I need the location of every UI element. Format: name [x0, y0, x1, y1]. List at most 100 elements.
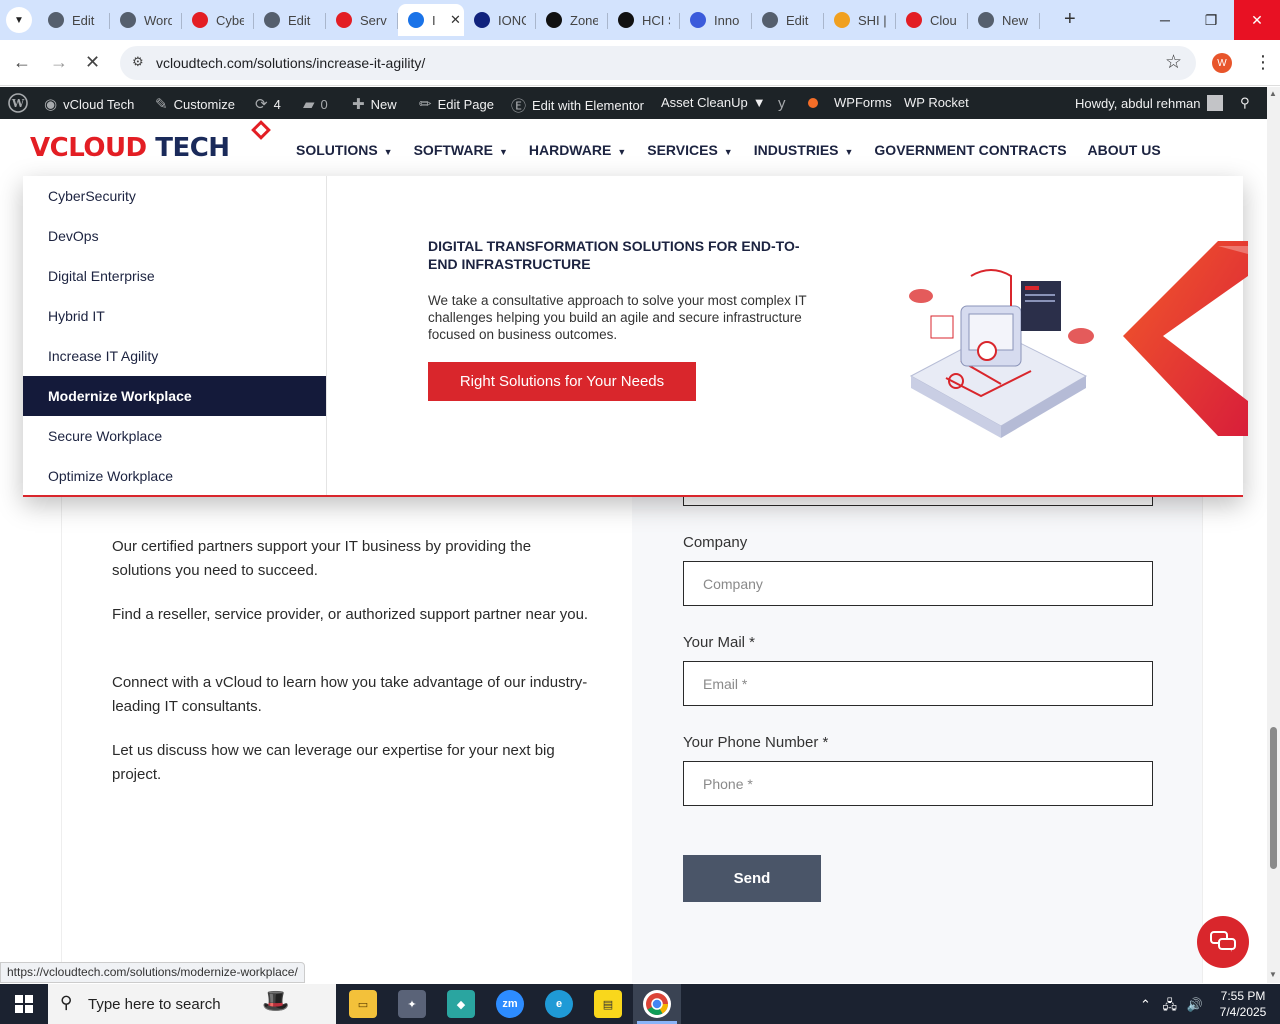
tab-title: IONC — [498, 12, 526, 28]
wp-asset-cleanup[interactable]: Asset CleanUp ▼ — [661, 95, 766, 110]
wp-yoast[interactable]: y — [778, 95, 792, 112]
browser-tab[interactable]: Edit — [38, 4, 110, 36]
wp-site-name[interactable]: ◉ vCloud Tech — [44, 95, 134, 113]
chevron-up-icon[interactable]: ⌃ — [1140, 997, 1151, 1012]
start-button[interactable] — [0, 984, 48, 1024]
wp-customize[interactable]: ✎ Customize — [155, 95, 235, 113]
wp-updates[interactable]: ⟳ 4 — [255, 95, 281, 113]
page-scrollbar[interactable]: ▲ ▼ — [1267, 87, 1280, 983]
browser-tab[interactable]: SHI | — [824, 4, 896, 36]
submenu-item-hybrid-it[interactable]: Hybrid IT — [23, 296, 326, 336]
wp-wpforms[interactable]: WPForms — [834, 95, 892, 110]
system-tray[interactable]: ⌃ 🖧 🔊 — [1140, 996, 1203, 1018]
submenu-item-cybersecurity[interactable]: CyberSecurity — [23, 176, 326, 216]
submenu-item-secure-workplace[interactable]: Secure Workplace — [23, 416, 326, 456]
tab-title: I — [432, 12, 436, 28]
site-logo[interactable]: VCLOUD TECH — [30, 133, 230, 163]
wp-edit-elementor[interactable]: Ⓔ Edit with Elementor — [511, 95, 644, 116]
site-header: VCLOUD TECH SOLUTIONS ▼ SOFTWARE ▼ HARDWARE ▼… — [0, 119, 1267, 177]
z-icon — [546, 12, 562, 28]
send-button[interactable]: Send — [683, 855, 821, 902]
nav-solutions[interactable]: SOLUTIONS ▼ — [296, 142, 393, 158]
submenu-item-modernize-workplace[interactable]: Modernize Workplace — [23, 376, 326, 416]
chat-button[interactable] — [1197, 916, 1249, 968]
chevron-down-icon: ▼ — [14, 14, 24, 26]
taskbar-clock[interactable]: 7:55 PM 7/4/2025 — [1212, 988, 1274, 1020]
wp-howdy[interactable]: Howdy, abdul rehman — [1075, 95, 1223, 111]
wp-status-dot — [808, 98, 818, 108]
wordpress-logo-icon[interactable]: W — [8, 93, 28, 113]
ionos-icon — [474, 12, 490, 28]
file-explorer-icon[interactable]: ▭ — [349, 990, 377, 1018]
browser-tab[interactable]: Inno — [680, 4, 752, 36]
browser-tab[interactable]: Serv — [326, 4, 398, 36]
tab-close-icon[interactable]: ✕ — [450, 12, 461, 28]
app-icon[interactable]: ◆ — [447, 990, 475, 1018]
browser-tab[interactable]: Word — [110, 4, 182, 36]
browser-menu-icon[interactable]: ⋮ — [1254, 52, 1272, 73]
browser-tab[interactable]: Edit — [752, 4, 824, 36]
browser-tab[interactable]: Zone — [536, 4, 608, 36]
new-tab-button[interactable]: + — [1064, 8, 1076, 31]
back-button[interactable]: ← — [13, 52, 31, 73]
stop-loading-button[interactable]: ✕ — [85, 52, 100, 73]
zoom-icon[interactable]: zm — [496, 990, 524, 1018]
nav-hardware[interactable]: HARDWARE ▼ — [529, 142, 626, 158]
tab-title: Edit — [288, 12, 311, 28]
scrollbar-thumb[interactable] — [1270, 727, 1277, 869]
chrome-icon[interactable] — [643, 990, 671, 1018]
search-icon[interactable]: ⚲ — [1240, 95, 1250, 111]
nav-about-us[interactable]: ABOUT US — [1088, 142, 1161, 158]
nav-industries[interactable]: INDUSTRIES ▼ — [754, 142, 854, 158]
profile-avatar[interactable]: W — [1212, 53, 1232, 73]
nav-government-contracts[interactable]: GOVERNMENT CONTRACTS — [874, 142, 1066, 158]
email-input[interactable] — [683, 661, 1153, 706]
scroll-up-icon[interactable]: ▲ — [1269, 89, 1277, 98]
nav-services[interactable]: SERVICES ▼ — [647, 142, 732, 158]
network-icon[interactable]: 🖧 — [1163, 997, 1178, 1012]
submenu-item-digital-enterprise[interactable]: Digital Enterprise — [23, 256, 326, 296]
site-info-icon[interactable]: ⚙ — [132, 54, 144, 70]
tab-title: Cybe — [216, 12, 244, 28]
sticky-notes-icon[interactable]: ▤ — [594, 990, 622, 1018]
edge-icon[interactable]: e — [545, 990, 573, 1018]
company-input[interactable] — [683, 561, 1153, 606]
right-solutions-button[interactable]: Right Solutions for Your Needs — [428, 362, 696, 401]
nav-software[interactable]: SOFTWARE ▼ — [414, 142, 508, 158]
app-icon[interactable]: ✦ — [398, 990, 426, 1018]
bookmark-star-icon[interactable]: ☆ — [1165, 51, 1182, 74]
infrastructure-illustration — [909, 269, 1094, 438]
tab-search-button[interactable]: ▼ — [6, 7, 32, 33]
wp-new[interactable]: ✚ New — [352, 95, 397, 113]
filter-icon: ▼ — [752, 95, 766, 110]
arrow-right-icon: → — [50, 52, 68, 72]
restore-button[interactable]: ❐ — [1188, 0, 1234, 40]
email-label: Your Mail * — [683, 634, 755, 651]
volume-icon[interactable]: 🔊 — [1187, 997, 1203, 1012]
submenu-item-increase-it-agility[interactable]: Increase IT Agility — [23, 336, 326, 376]
browser-tab[interactable]: I ✕ — [398, 4, 464, 36]
taskbar-search[interactable]: ⚲ Type here to search 🎩 — [48, 984, 336, 1024]
browser-tab[interactable]: Clou — [896, 4, 968, 36]
wp-comments[interactable]: ▰ 0 — [303, 95, 328, 113]
paragraph: Let us discuss how we can leverage our e… — [112, 742, 555, 783]
wp-edit-page[interactable]: ✏ Edit Page — [419, 95, 494, 113]
status-url: https://vcloudtech.com/solutions/moderni… — [0, 962, 305, 983]
url-text[interactable]: vcloudtech.com/solutions/increase-it-agi… — [156, 55, 425, 71]
forward-button[interactable]: → — [50, 52, 68, 73]
browser-tab[interactable]: Cybe — [182, 4, 254, 36]
phone-input[interactable] — [683, 761, 1153, 806]
wp-wprocket[interactable]: WP Rocket — [904, 95, 969, 110]
submenu-item-devops[interactable]: DevOps — [23, 216, 326, 256]
wp-admin-bar: W ◉ vCloud Tech ✎ Customize ⟳ 4 ▰ 0 ✚ New ✏ Ed… — [0, 87, 1267, 119]
yoast-icon: y — [778, 95, 786, 112]
browser-tab[interactable]: HCI S — [608, 4, 680, 36]
minimize-button[interactable]: ─ — [1142, 0, 1188, 40]
browser-tab[interactable]: New — [968, 4, 1040, 36]
window-close-button[interactable]: ✕ — [1234, 0, 1280, 40]
address-bar[interactable]: ⚙ vcloudtech.com/solutions/increase-it-a… — [120, 46, 1196, 80]
submenu-item-optimize-workplace[interactable]: Optimize Workplace — [23, 456, 326, 496]
scroll-down-icon[interactable]: ▼ — [1269, 970, 1277, 979]
browser-tab[interactable]: IONC — [464, 4, 536, 36]
browser-tab[interactable]: Edit — [254, 4, 326, 36]
